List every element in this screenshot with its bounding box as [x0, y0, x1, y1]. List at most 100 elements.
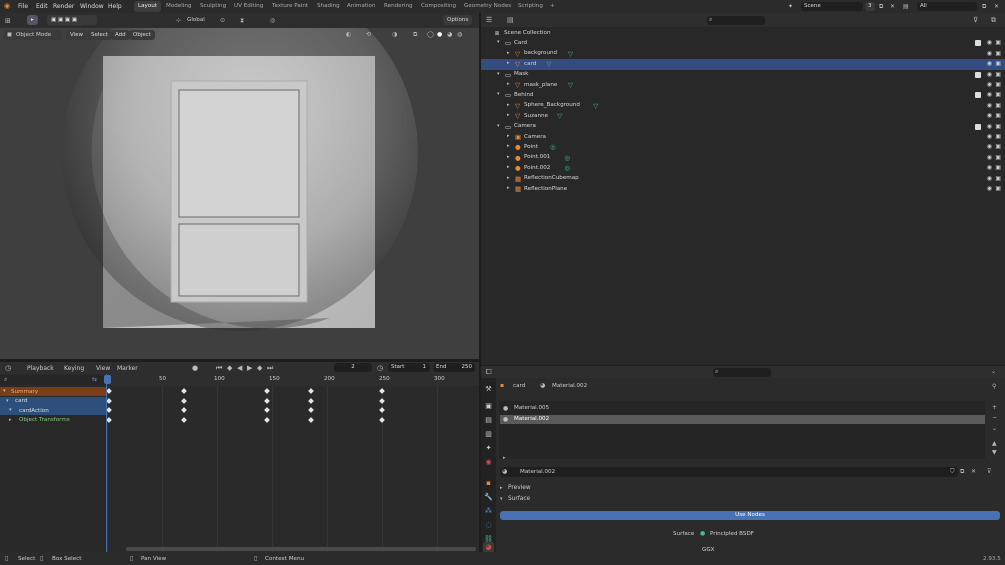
current-frame-field[interactable]: 2 — [334, 363, 372, 372]
tool-tab-icon[interactable]: ⚒ — [483, 384, 494, 395]
timeline-scrollbar[interactable] — [126, 547, 476, 551]
world-tab-icon[interactable]: ◉ — [483, 457, 494, 468]
keyframe-diamond[interactable] — [263, 397, 270, 404]
use-nodes-button[interactable]: Use Nodes — [500, 511, 1000, 520]
link-type-icon[interactable]: ⊽ — [987, 468, 991, 476]
tab-animation[interactable]: Animation — [343, 1, 380, 12]
modifier-tab-icon[interactable]: 🔧 — [483, 492, 494, 503]
render-camera-icon[interactable]: ▣ — [995, 39, 1001, 46]
filter-icon[interactable]: ⊽ — [973, 16, 978, 24]
move-slot-up-icon[interactable]: ▲ — [992, 440, 997, 448]
new-scene-icon[interactable]: ⧉ — [879, 3, 883, 11]
object-tab-icon[interactable]: ▪ — [483, 478, 494, 489]
solid-shading-icon[interactable]: ● — [437, 31, 442, 39]
slot-specials-icon[interactable]: ⌄ — [992, 425, 997, 433]
visibility-eye-icon[interactable]: ◉ — [987, 143, 992, 150]
channel-row[interactable]: ▾ card — [0, 396, 107, 406]
jump-start-icon[interactable]: ⏮ — [216, 364, 222, 372]
render-camera-icon[interactable]: ▣ — [995, 154, 1001, 161]
expand-icon[interactable]: ▸ — [507, 175, 510, 181]
visibility-eye-icon[interactable]: ◉ — [987, 39, 992, 46]
outliner-row[interactable]: ▾ ▭ Mask ◉ ▣ — [481, 70, 1005, 80]
view-layer-tab-icon[interactable]: ▥ — [483, 429, 494, 440]
outliner-row[interactable]: ▾ ▭ Camera ◉ ▣ — [481, 122, 1005, 132]
tab-compositing[interactable]: Compositing — [417, 1, 460, 12]
expand-icon[interactable]: ▸ — [507, 154, 510, 160]
outliner-row[interactable]: ▸ ● Point.002 ◎ ◉ ▣ — [481, 163, 1005, 173]
browse-material-icon[interactable]: ◕ — [502, 468, 507, 476]
menu-file[interactable]: File — [18, 3, 28, 10]
collapse-icon[interactable]: ▾ — [497, 71, 500, 77]
particles-tab-icon[interactable]: ⁂ — [483, 506, 494, 517]
options-dropdown[interactable]: Options — [443, 15, 473, 25]
material-shading-icon[interactable]: ◕ — [447, 31, 452, 39]
fake-user-icon[interactable]: ⛉ — [950, 468, 955, 476]
expand-icon[interactable]: ▸ — [507, 164, 510, 170]
keyframe-diamond[interactable] — [263, 407, 270, 413]
playhead-line[interactable] — [106, 374, 107, 552]
physics-tab-icon[interactable]: ◌ — [483, 520, 494, 531]
keyframe-diamond[interactable] — [106, 416, 113, 423]
visibility-eye-icon[interactable]: ◉ — [987, 175, 992, 182]
tab-sculpting[interactable]: Sculpting — [196, 1, 230, 12]
menu-help[interactable]: Help — [108, 3, 122, 10]
record-icon[interactable]: ● — [192, 364, 198, 372]
render-camera-icon[interactable]: ▣ — [995, 60, 1001, 67]
select-tool-icon[interactable]: ▸ — [27, 15, 38, 25]
exclude-checkbox[interactable] — [975, 40, 981, 47]
outliner-row[interactable]: ⧈ Scene Collection — [481, 28, 1005, 38]
render-camera-icon[interactable]: ▣ — [995, 81, 1001, 88]
outliner-row[interactable]: ▸ ▽ Sphere_Background ▽ ◉ ▣ — [481, 101, 1005, 111]
keyframe-diamond[interactable] — [106, 407, 113, 413]
keyframe-diamond[interactable] — [181, 416, 187, 423]
render-camera-icon[interactable]: ▣ — [995, 164, 1001, 171]
overlays-icon[interactable]: ◑ — [392, 31, 397, 39]
render-camera-icon[interactable]: ▣ — [995, 102, 1001, 109]
expand-icon[interactable]: ▸ — [507, 143, 510, 149]
tab-layout[interactable]: Layout — [134, 1, 162, 12]
timeline-ruler[interactable]: 50 100 150 200 250 300 — [107, 374, 479, 386]
menu-add[interactable]: Add — [111, 30, 130, 40]
keyframe-diamond[interactable] — [181, 407, 187, 413]
timeline-editor-type-icon[interactable]: ◷ — [5, 364, 11, 372]
material-slot-item[interactable]: ● Material.005 — [500, 404, 985, 413]
light-data-icon[interactable]: ◎ — [564, 154, 570, 162]
menu-edit[interactable]: Edit — [36, 3, 48, 10]
material-datablock-field[interactable]: ◕ Material.002 — [500, 467, 958, 477]
collapse-icon[interactable]: ▾ — [497, 39, 500, 45]
properties-options-icon[interactable]: ⌄ — [991, 368, 996, 376]
transform-orientation-dropdown[interactable]: Global — [187, 17, 205, 23]
menu-window[interactable]: Window — [80, 3, 104, 10]
expand-icon[interactable]: ▸ — [507, 133, 510, 139]
outliner-row[interactable]: ▸ ● Point ◎ ◉ ▣ — [481, 142, 1005, 152]
playhead-handle[interactable] — [104, 375, 111, 384]
outliner-row[interactable]: ▸ ▽ background ▽ ◉ ▣ — [481, 49, 1005, 59]
keyframe-diamond[interactable] — [106, 388, 113, 394]
keyframe-diamond[interactable] — [379, 397, 385, 404]
render-camera-icon[interactable]: ▣ — [995, 71, 1001, 78]
visibility-eye-icon[interactable]: ◉ — [987, 102, 992, 109]
outliner-row[interactable]: ▸ ▦ ReflectionCubemap ◉ ▣ — [481, 174, 1005, 184]
scene-icon[interactable]: ✦ — [788, 3, 793, 11]
view-layer-icon[interactable]: ▤ — [903, 3, 909, 11]
properties-editor-type-icon[interactable]: ⧠ — [486, 368, 492, 376]
visibility-eye-icon[interactable]: ◉ — [987, 60, 992, 67]
jump-keyframe-back-icon[interactable]: ◆ — [227, 364, 232, 372]
jump-end-icon[interactable]: ⏭ — [267, 364, 273, 372]
visibility-eye-icon[interactable]: ◉ — [987, 50, 992, 57]
xray-icon[interactable]: ⧉ — [413, 31, 417, 39]
outliner-row[interactable]: ▸ ▽ Suzanne ▽ ◉ ▣ — [481, 111, 1005, 121]
clock-icon[interactable]: ◷ — [377, 364, 383, 372]
render-camera-icon[interactable]: ▣ — [995, 50, 1001, 57]
exclude-checkbox[interactable] — [975, 92, 981, 99]
expand-icon[interactable]: ▸ — [507, 60, 510, 66]
exclude-checkbox[interactable] — [975, 123, 981, 130]
expand-icon[interactable]: ▸ — [507, 50, 510, 56]
scene-users-count[interactable]: 3 — [865, 2, 875, 11]
expand-icon[interactable]: ▸ — [507, 185, 510, 191]
new-collection-icon[interactable]: ⧉ — [991, 16, 996, 24]
visibility-eye-icon[interactable]: ◉ — [987, 81, 992, 88]
move-slot-down-icon[interactable]: ▼ — [992, 449, 997, 457]
tab-modeling[interactable]: Modeling — [162, 1, 195, 12]
end-frame-field[interactable]: End 250 — [433, 363, 475, 372]
